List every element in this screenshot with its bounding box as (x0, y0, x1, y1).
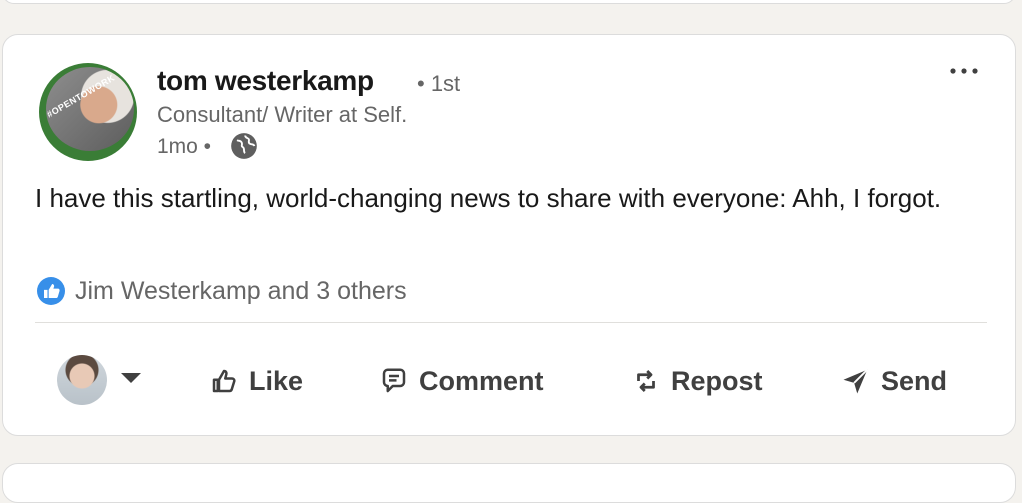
send-label: Send (881, 365, 948, 396)
connection-degree: • 1st (417, 71, 461, 96)
chevron-down-icon[interactable] (121, 373, 141, 383)
comment-label: Comment (419, 365, 544, 396)
post-body-text: I have this startling, world-changing ne… (35, 183, 942, 213)
reactions-text: Jim Westerkamp and 3 others (75, 276, 407, 305)
previous-post-card (2, 0, 1016, 4)
post-timestamp: 1mo • (157, 135, 212, 158)
repost-icon (637, 370, 655, 392)
author-headline: Consultant/ Writer at Self. (157, 102, 408, 127)
like-button[interactable]: Like (209, 359, 303, 403)
send-button[interactable]: Send (841, 359, 947, 403)
next-post-card (2, 463, 1016, 503)
more-options-icon[interactable] (947, 59, 981, 83)
like-reaction-icon (37, 277, 65, 305)
viewer-avatar[interactable] (57, 355, 107, 405)
comment-icon (382, 368, 406, 393)
reactions-summary[interactable]: Jim Westerkamp and 3 others (37, 275, 407, 307)
comment-button[interactable]: Comment (379, 359, 544, 403)
feed-post-card: #OPENTOWORK tom westerkamp • 1st Consult… (2, 34, 1016, 436)
author-name[interactable]: tom westerkamp (157, 65, 374, 97)
social-actions-bar: Like Comment Repost Send (3, 351, 1017, 411)
repost-label: Repost (671, 365, 763, 396)
like-label: Like (249, 365, 304, 396)
globe-icon (231, 133, 257, 159)
thumbs-up-icon (212, 369, 236, 393)
author-avatar[interactable]: #OPENTOWORK (39, 63, 137, 161)
repost-button[interactable]: Repost (631, 359, 763, 403)
divider (35, 322, 987, 323)
send-icon (843, 369, 868, 394)
